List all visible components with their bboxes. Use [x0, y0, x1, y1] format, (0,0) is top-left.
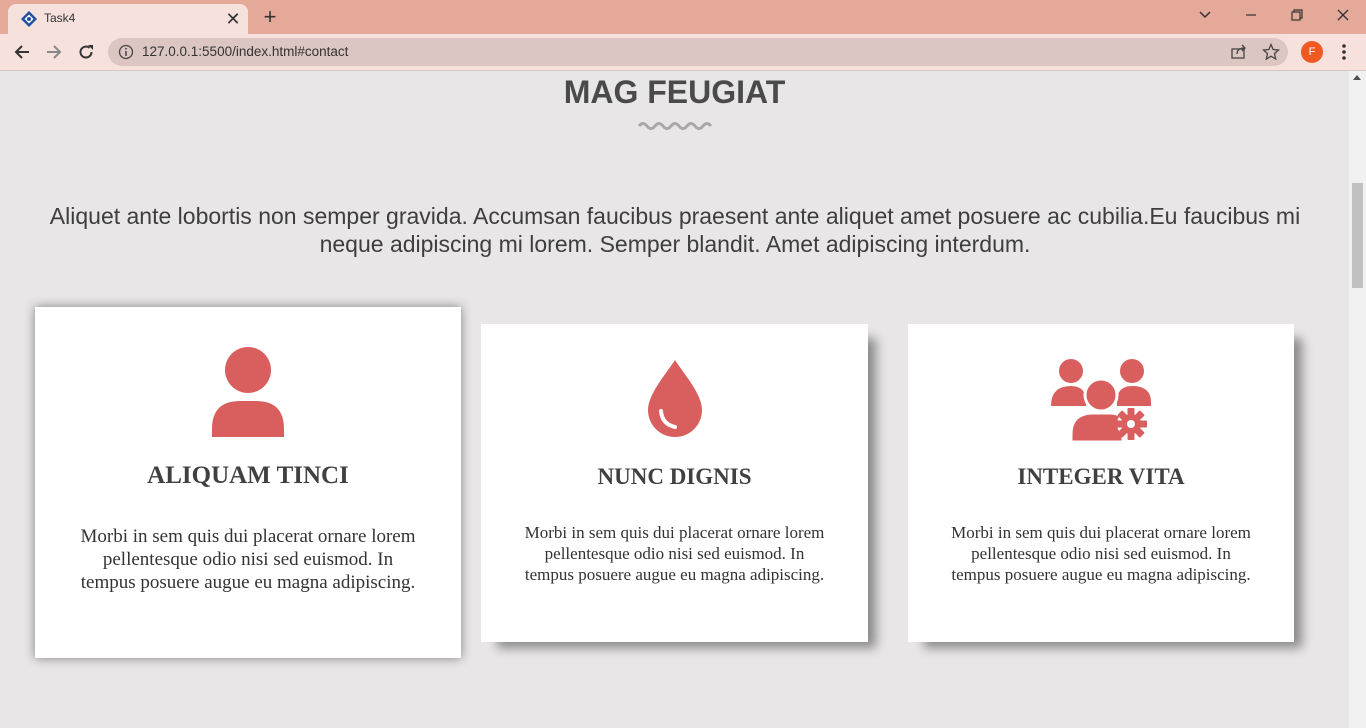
- forward-arrow-icon[interactable]: [42, 40, 66, 64]
- feature-card-nunc[interactable]: NUNC DIGNIS Morbi in sem quis dui placer…: [481, 324, 868, 642]
- browser-tab-strip: Task4 ✕ +: [0, 0, 1366, 34]
- feature-card-integer[interactable]: INTEGER VITA Morbi in sem quis dui place…: [908, 324, 1294, 642]
- browser-toolbar: 127.0.0.1:5500/index.html#contact F: [0, 34, 1366, 71]
- tab-close-icon[interactable]: ✕: [222, 8, 244, 30]
- scroll-up-arrow-icon[interactable]: [1353, 75, 1361, 80]
- card-title: INTEGER VITA: [1017, 464, 1185, 489]
- section-heading: MAG FEUGIAT: [563, 74, 786, 110]
- url-text: 127.0.0.1:5500/index.html#contact: [142, 44, 349, 59]
- profile-avatar[interactable]: F: [1301, 41, 1323, 63]
- address-bar[interactable]: 127.0.0.1:5500/index.html#contact: [108, 38, 1288, 66]
- restore-icon[interactable]: [1282, 3, 1312, 27]
- tab-title: Task4: [44, 11, 76, 25]
- browser-tab[interactable]: Task4 ✕: [8, 4, 248, 34]
- scrollbar-thumb[interactable]: [1352, 183, 1363, 288]
- vscode-live-server-favicon-icon: [21, 11, 37, 27]
- droplet-icon: [647, 360, 702, 437]
- bookmark-star-icon[interactable]: [1262, 43, 1280, 61]
- card-text: Morbi in sem quis dui placerat ornare lo…: [80, 526, 416, 593]
- card-text: Morbi in sem quis dui placerat ornare lo…: [524, 523, 825, 584]
- back-arrow-icon[interactable]: [10, 40, 34, 64]
- feature-card-aliquam[interactable]: ALIQUAM TINCI Morbi in sem quis dui plac…: [35, 307, 461, 658]
- page-scrollbar[interactable]: [1349, 71, 1366, 728]
- section-intro: Aliquet ante lobortis non semper gravida…: [49, 203, 1301, 257]
- tab-search-chevron-icon[interactable]: [1190, 3, 1220, 27]
- reload-icon[interactable]: [74, 40, 98, 64]
- minimize-icon[interactable]: [1236, 3, 1266, 27]
- card-title: NUNC DIGNIS: [597, 464, 752, 489]
- site-info-icon[interactable]: [118, 44, 134, 60]
- wave-divider-icon: [637, 122, 713, 130]
- card-title: ALIQUAM TINCI: [147, 462, 349, 489]
- user-icon: [212, 347, 284, 437]
- new-tab-icon[interactable]: +: [258, 5, 282, 29]
- share-icon[interactable]: [1230, 43, 1248, 61]
- users-gear-icon: [1051, 359, 1151, 442]
- menu-kebab-icon[interactable]: [1334, 41, 1354, 63]
- card-text: Morbi in sem quis dui placerat ornare lo…: [951, 523, 1251, 584]
- close-window-icon[interactable]: [1328, 3, 1358, 27]
